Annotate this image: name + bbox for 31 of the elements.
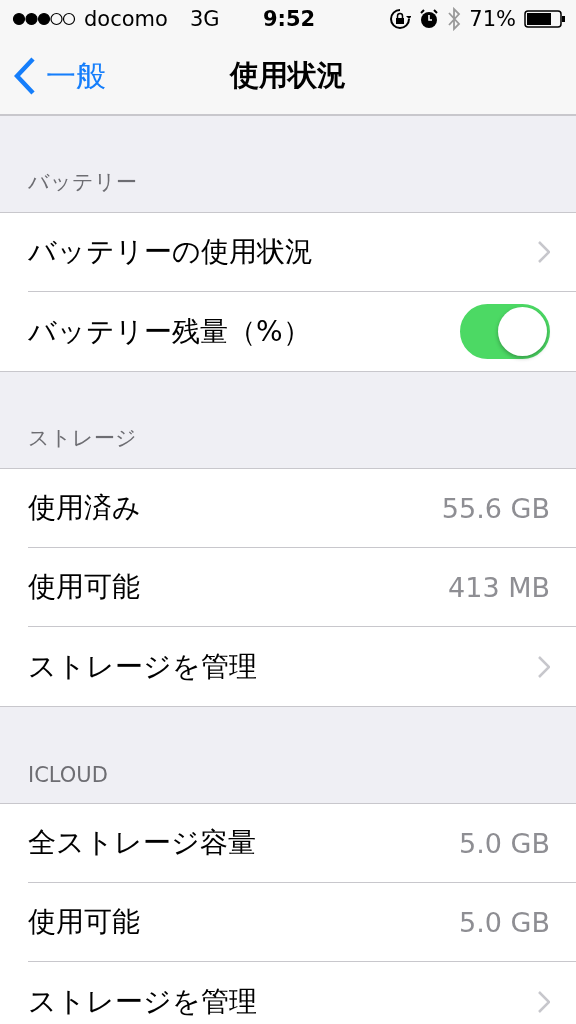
screen-title: 使用状況	[230, 57, 346, 94]
setting-label[interactable]: ストレージを管理	[28, 982, 538, 1021]
section-header: ストレージ	[27, 425, 138, 452]
setting-label[interactable]: ストレージを管理	[28, 647, 538, 686]
section-header: ICLOUD	[27, 762, 109, 789]
status-time: 9:52	[262, 7, 316, 31]
setting-label: バッテリー残量（%）	[28, 313, 312, 350]
section-header: バッテリー	[27, 169, 138, 196]
chevron-icon	[538, 990, 550, 1013]
setting-label: 全ストレージ容量	[28, 825, 257, 861]
battery-icon	[524, 9, 566, 29]
chevron-icon	[538, 655, 550, 678]
carrier-name: docomo	[84, 7, 168, 31]
back-chevron-icon	[14, 57, 36, 95]
signal-strength-icon	[12, 12, 76, 26]
battery-percentage: 71%	[469, 7, 516, 31]
setting-label: 使用可能	[28, 569, 141, 605]
back-button[interactable]: 一般	[0, 55, 106, 97]
toggle-switch[interactable]	[460, 304, 550, 359]
setting-value: 5.0 GB	[459, 906, 550, 938]
setting-label: 使用済み	[28, 490, 142, 526]
setting-value: 5.0 GB	[459, 827, 550, 859]
rotation-lock-icon	[389, 8, 412, 30]
setting-label: 使用可能	[28, 904, 141, 940]
bluetooth-icon	[447, 7, 462, 31]
alarm-clock-icon	[419, 9, 440, 29]
setting-value: 413 MB	[448, 571, 550, 603]
network-type: 3G	[189, 7, 220, 31]
setting-value: 55.6 GB	[441, 492, 550, 524]
chevron-icon	[538, 241, 550, 263]
setting-label[interactable]: バッテリーの使用状況	[28, 233, 538, 271]
